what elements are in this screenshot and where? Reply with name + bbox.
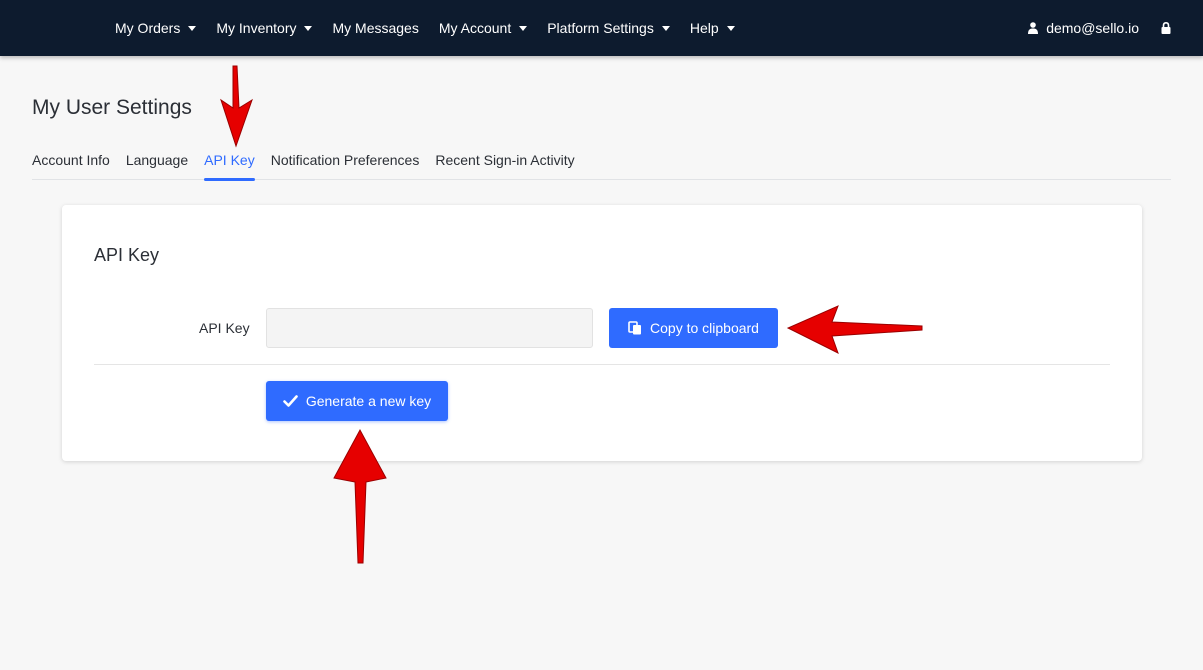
tab-account-info[interactable]: Account Info <box>32 150 110 180</box>
divider <box>94 364 1110 365</box>
nav-label: Platform Settings <box>547 20 654 36</box>
main-nav: My Orders My Inventory My Messages My Ac… <box>105 0 745 56</box>
tab-api-key[interactable]: API Key <box>204 150 255 181</box>
user-email-link[interactable]: demo@sello.io <box>1046 20 1139 36</box>
caret-down-icon <box>661 25 670 31</box>
caret-down-icon <box>519 25 528 31</box>
nav-my-orders[interactable]: My Orders <box>105 0 206 56</box>
copy-to-clipboard-button[interactable]: Copy to clipboard <box>609 308 778 348</box>
nav-label: My Messages <box>332 20 419 36</box>
nav-help[interactable]: Help <box>680 0 745 56</box>
tab-notification-preferences[interactable]: Notification Preferences <box>271 150 420 180</box>
clipboard-icon <box>628 321 642 335</box>
api-key-label: API Key <box>199 320 250 336</box>
tab-recent-sign-in-activity[interactable]: Recent Sign-in Activity <box>435 150 574 180</box>
api-key-card: API Key API Key Copy to clipboard Genera… <box>62 205 1142 461</box>
page-title: My User Settings <box>32 96 192 119</box>
nav-my-inventory[interactable]: My Inventory <box>206 0 322 56</box>
nav-label: My Orders <box>115 20 181 36</box>
nav-my-account[interactable]: My Account <box>429 0 537 56</box>
top-navbar: My Orders My Inventory My Messages My Ac… <box>0 0 1203 56</box>
annotation-arrow-tab <box>220 65 253 148</box>
user-icon <box>1028 22 1039 34</box>
settings-tabs: Account Info Language API Key Notificati… <box>32 150 1171 181</box>
copy-button-label: Copy to clipboard <box>650 320 759 336</box>
nav-label: Help <box>689 20 719 36</box>
nav-label: My Inventory <box>216 20 297 36</box>
nav-label: My Account <box>438 20 512 36</box>
card-title: API Key <box>94 245 160 265</box>
caret-down-icon <box>304 25 313 31</box>
api-key-input[interactable] <box>266 308 593 348</box>
generate-button-label: Generate a new key <box>305 393 432 409</box>
generate-new-key-button[interactable]: Generate a new key <box>266 381 448 421</box>
checkmark-icon <box>283 395 298 407</box>
user-area: demo@sello.io <box>1028 0 1171 56</box>
nav-platform-settings[interactable]: Platform Settings <box>537 0 680 56</box>
lock-icon[interactable] <box>1161 22 1171 34</box>
tab-language[interactable]: Language <box>126 150 188 180</box>
caret-down-icon <box>726 25 735 31</box>
caret-down-icon <box>188 25 197 31</box>
nav-my-messages[interactable]: My Messages <box>322 0 428 56</box>
